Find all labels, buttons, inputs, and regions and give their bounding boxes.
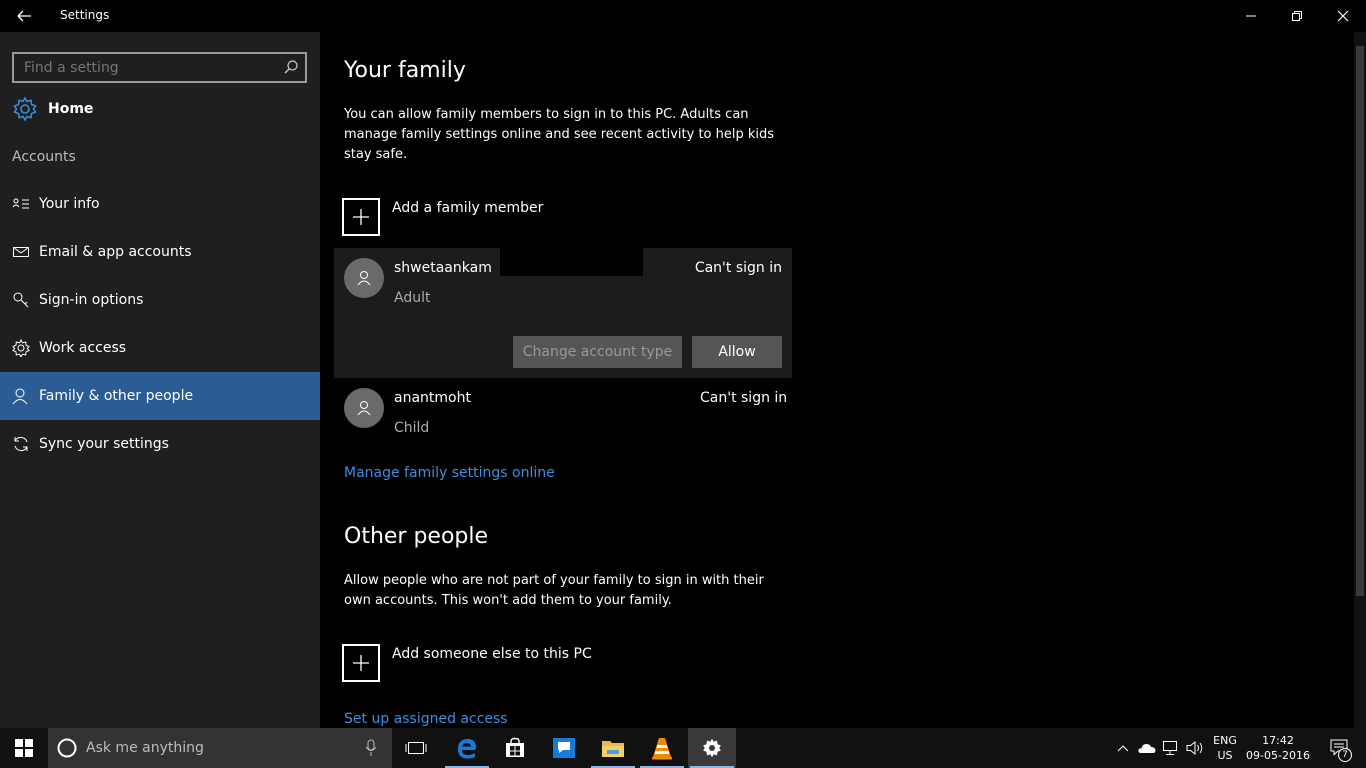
other-people-heading: Other people	[344, 524, 489, 549]
edge-button[interactable]	[443, 728, 491, 768]
close-icon	[1337, 10, 1349, 22]
gear-icon	[13, 96, 37, 122]
search-icon[interactable]	[283, 59, 299, 75]
main-content: Your family You can allow family members…	[320, 32, 1354, 728]
other-people-description: Allow people who are not part of your fa…	[344, 573, 764, 608]
clock-time: 17:42	[1262, 734, 1294, 747]
close-button[interactable]	[1320, 0, 1366, 32]
section-label: Accounts	[12, 149, 76, 165]
plus-icon	[353, 209, 369, 225]
clock-date: 09-05-2016	[1246, 749, 1310, 762]
add-family-member-button[interactable]	[342, 198, 380, 236]
notification-count-badge: 7	[1338, 748, 1352, 762]
person-icon	[357, 401, 371, 416]
search-box[interactable]	[12, 52, 307, 83]
family-member-card-selected[interactable]: shwetaankam Can't sign in Adult Change a…	[334, 248, 792, 378]
member-role: Child	[394, 420, 430, 436]
contact-card-icon	[12, 195, 30, 213]
sidebar-item-label: Sign-in options	[39, 292, 144, 308]
action-center-button[interactable]: 7	[1322, 728, 1358, 768]
cortana-search[interactable]: Ask me anything	[48, 728, 392, 768]
scrollbar-thumb[interactable]	[1356, 46, 1364, 596]
sidebar: Home Accounts Your info Email & app acco…	[0, 32, 320, 728]
cortana-icon	[57, 738, 77, 758]
region-label: US	[1217, 749, 1233, 762]
chat-icon	[553, 738, 575, 758]
sidebar-item-family-other-people[interactable]: Family & other people	[0, 372, 320, 420]
taskbar: Ask me anything ENG US 17:42 09-05-2016 …	[0, 728, 1366, 768]
family-heading: Your family	[344, 58, 466, 83]
manage-family-link[interactable]: Manage family settings online	[344, 465, 555, 481]
minimize-button[interactable]	[1228, 0, 1274, 32]
volume-icon[interactable]	[1184, 728, 1206, 768]
assigned-access-link[interactable]: Set up assigned access	[344, 711, 508, 727]
store-icon	[506, 737, 524, 757]
sidebar-item-label: Sync your settings	[39, 436, 169, 452]
language-label: ENG	[1213, 734, 1237, 747]
avatar	[344, 258, 384, 298]
change-account-type-button[interactable]: Change account type	[513, 336, 682, 368]
back-button[interactable]	[12, 6, 36, 26]
cortana-placeholder: Ask me anything	[86, 740, 204, 756]
windows-logo-icon	[15, 739, 33, 757]
window-title: Settings	[60, 8, 110, 22]
sidebar-item-work-access[interactable]: Work access	[0, 324, 320, 372]
gear-icon	[703, 738, 721, 758]
input-language-button[interactable]: ENG US	[1208, 728, 1242, 768]
sidebar-item-label: Your info	[39, 196, 100, 212]
task-view-icon	[405, 742, 427, 754]
person-icon	[357, 271, 371, 286]
avatar	[344, 388, 384, 428]
search-input[interactable]	[14, 54, 274, 81]
microphone-icon	[365, 739, 377, 756]
sidebar-item-sync-your-settings[interactable]: Sync your settings	[0, 420, 320, 468]
sync-icon	[12, 435, 30, 453]
mail-icon	[12, 243, 30, 261]
start-button[interactable]	[0, 728, 48, 768]
home-label: Home	[48, 101, 94, 117]
key-icon	[12, 291, 30, 309]
feedback-button[interactable]	[540, 728, 588, 768]
member-status: Can't sign in	[700, 390, 788, 406]
add-family-member-label[interactable]: Add a family member	[392, 200, 543, 216]
briefcase-gear-icon	[12, 339, 30, 357]
member-role: Adult	[394, 290, 431, 306]
restore-button[interactable]	[1274, 0, 1320, 32]
add-someone-else-label[interactable]: Add someone else to this PC	[392, 646, 592, 662]
sidebar-item-label: Work access	[39, 340, 127, 356]
member-name: shwetaankam	[394, 260, 492, 276]
file-explorer-button[interactable]	[589, 728, 637, 768]
family-description: You can allow family members to sign in …	[344, 107, 775, 162]
clock[interactable]: 17:42 09-05-2016	[1244, 728, 1312, 768]
title-bar: Settings	[0, 0, 1366, 32]
task-view-button[interactable]	[392, 728, 440, 768]
restore-icon	[1292, 11, 1302, 21]
back-arrow-icon	[17, 10, 31, 22]
sidebar-item-sign-in-options[interactable]: Sign-in options	[0, 276, 320, 324]
onedrive-icon[interactable]	[1136, 728, 1158, 768]
home-link[interactable]: Home	[12, 94, 93, 124]
sidebar-item-label: Email & app accounts	[39, 244, 192, 260]
edge-icon	[458, 739, 476, 759]
minimize-icon	[1246, 15, 1256, 17]
sidebar-item-your-info[interactable]: Your info	[0, 180, 320, 228]
network-icon[interactable]	[1160, 728, 1182, 768]
settings-taskbar-button[interactable]	[688, 728, 736, 768]
scrollbar[interactable]	[1354, 32, 1366, 728]
person-icon	[12, 387, 30, 405]
vlc-button[interactable]	[638, 728, 686, 768]
folder-icon	[602, 741, 624, 757]
redacted-block	[500, 248, 643, 276]
plus-icon	[353, 655, 369, 671]
sidebar-item-email-app-accounts[interactable]: Email & app accounts	[0, 228, 320, 276]
member-status: Can't sign in	[694, 260, 782, 276]
add-someone-else-button[interactable]	[342, 644, 380, 682]
store-button[interactable]	[491, 728, 539, 768]
allow-button[interactable]: Allow	[692, 336, 782, 368]
chevron-up-icon	[1117, 745, 1129, 752]
show-hidden-icons-button[interactable]	[1112, 728, 1134, 768]
vlc-cone-icon	[652, 738, 672, 760]
member-name: anantmoht	[394, 390, 471, 406]
sidebar-item-label: Family & other people	[39, 388, 194, 404]
